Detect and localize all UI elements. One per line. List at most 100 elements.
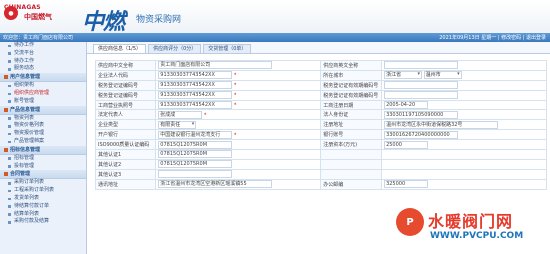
sidebar-section-product-info[interactable]: 产品信息管理: [0, 105, 86, 115]
bullet-icon: [8, 92, 11, 96]
form-row: 供应商中文全称 贵工商门面店有限公司 供应商英文全称: [94, 60, 547, 71]
tax-expiry-field[interactable]: [384, 81, 459, 90]
form-label: 供应商英文全称: [320, 60, 383, 71]
sidebar-item-supplier[interactable]: 组织供应商管理: [0, 90, 86, 98]
bullet-icon: [8, 132, 11, 136]
form-row: 其他认证3: [94, 168, 547, 180]
bullet-icon: [8, 205, 11, 208]
form-empty-cell: [381, 149, 547, 160]
sidebar-section-user-info[interactable]: 用户信息管理: [0, 73, 86, 83]
form-label: 税务登记证有效期编码号: [320, 79, 383, 91]
section-icon: [4, 147, 8, 152]
form-label: 通讯地址: [94, 178, 157, 190]
sidebar-item-pending-pay[interactable]: 待结算付款订单: [0, 203, 86, 211]
bullet-icon: [8, 60, 11, 63]
brand-logo-mark: ●: [4, 6, 20, 20]
sidebar-item-payment[interactable]: 采购付款及结算: [0, 218, 86, 226]
sidebar-item-todo[interactable]: 待办工作: [0, 42, 86, 50]
sidebar-item-account[interactable]: 账号管理: [0, 98, 86, 106]
bank-account-field[interactable]: 33001626720400000000: [384, 130, 459, 139]
business-license-field[interactable]: 913303037743542XX: [158, 101, 233, 109]
sidebar-item-bid[interactable]: 招标管理: [0, 155, 86, 163]
sidebar-item-org[interactable]: 组织架构: [0, 82, 86, 90]
form-label: 办公邮编: [320, 178, 383, 190]
form-row: 企业法人代码 913303037743542XX * 所在城市 浙江省 温州市: [94, 69, 547, 81]
watermark-logo-icon: P: [396, 208, 424, 236]
supplier-form: 供应商中文全称 贵工商门面店有限公司 供应商英文全称 企业法人代码 913303…: [94, 60, 547, 190]
form-row: 税务登记证编码号 913303037743542XX * 税务登记证有效期编码号: [94, 79, 547, 91]
form-label: [320, 149, 383, 160]
tax-code-field-2[interactable]: 913303037743542XX: [158, 91, 233, 100]
user-links[interactable]: 2021年09月13日 星期一 | 修改密码 | 退出登录: [439, 34, 546, 41]
form-label: 企业类型: [94, 119, 157, 131]
bullet-icon: [8, 220, 11, 224]
form-label: 法定代表人: [94, 109, 157, 121]
sidebar: 待办工作 交流平台 待办工作 服务动态 用户信息管理 组织架构 组织供应商管理 …: [0, 42, 87, 254]
tab-bar: 供应商信息（1/5） 供应商评分（0分） 交货管理（0单）: [87, 42, 550, 54]
bank-field[interactable]: 中国建设银行温州龙湾支行: [158, 130, 233, 139]
mailing-address-field[interactable]: 浙江省温州市龙湾区空港新区瑶溪镇55: [158, 180, 273, 189]
office-zip-field[interactable]: 325000: [384, 180, 429, 189]
cert2-field[interactable]: 07815Q12075R0M: [158, 160, 233, 169]
supplier-name-field[interactable]: 贵工商门面店有限公司: [158, 61, 273, 70]
sidebar-item-tender[interactable]: 投标管理: [0, 163, 86, 171]
province-select[interactable]: 浙江省: [384, 71, 423, 80]
registration-date-field[interactable]: 2005-04-20: [384, 101, 429, 109]
tab-delivery[interactable]: 交货管理（0单）: [203, 44, 252, 53]
bullet-icon: [8, 67, 11, 71]
welcome-text: 欢迎您：贵工商门面店有限公司: [3, 35, 74, 41]
legal-code-field[interactable]: 913303037743542XX: [158, 71, 233, 80]
form-label: 企业法人代码: [94, 69, 157, 81]
bullet-icon: [8, 52, 11, 55]
bullet-icon: [8, 44, 11, 48]
form-label: 工商注册日期: [320, 99, 383, 111]
bullet-icon: [8, 213, 11, 216]
sidebar-item-service[interactable]: 服务动态: [0, 65, 86, 73]
required-mark: *: [233, 82, 237, 89]
form-row: 其他认证1 07815Q12075R0M: [94, 149, 547, 160]
sidebar-item-shipping[interactable]: 发货单列表: [0, 195, 86, 203]
form-label: 注册资本(万元): [320, 139, 383, 151]
sidebar-item-platform[interactable]: 交流平台: [0, 50, 86, 58]
form-row: 企业类型 有限责任 注册地址 温州市龙湾区永中街道保税路32号: [94, 119, 547, 131]
sidebar-item-quote[interactable]: 物资报价管理: [0, 130, 86, 138]
section-icon: [4, 172, 8, 177]
form-empty-cell: [381, 158, 547, 170]
tax-code-field[interactable]: 913303037743542XX: [158, 81, 233, 90]
form-row: 法定代表人 张成成 * 法人身份证 330301197105090000: [94, 109, 547, 121]
registered-address-field[interactable]: 温州市龙湾区永中街道保税路32号: [384, 120, 499, 129]
bullet-icon: [8, 165, 11, 168]
sidebar-item-archive[interactable]: 产品管理档案: [0, 138, 86, 146]
company-type-select[interactable]: 有限责任: [158, 120, 197, 129]
form-label: 供应商中文全称: [94, 60, 157, 71]
cert3-field[interactable]: [158, 170, 233, 179]
form-row: ISO9000质量认证编码 07815Q12075R0M 注册资本(万元) 25…: [94, 139, 547, 151]
sidebar-section-contract[interactable]: 合同管理: [0, 170, 86, 180]
sidebar-item-price[interactable]: 物资价格列表: [0, 122, 86, 130]
form-label: 其他认证2: [94, 158, 157, 170]
sidebar-item-po-list[interactable]: 采购订单列表: [0, 179, 86, 187]
sidebar-section-bid-info[interactable]: 招标信息管理: [0, 145, 86, 155]
tax-expiry-field-2[interactable]: [384, 91, 459, 100]
form-label: 税务登记证编码号: [94, 89, 157, 101]
sidebar-item-todo-2[interactable]: 待办工作: [0, 58, 86, 66]
form-label: 开户银行: [94, 129, 157, 141]
registered-capital-field[interactable]: 25000: [384, 140, 429, 149]
form-label: 工商营业执照号: [94, 99, 157, 111]
supplier-name-en-field[interactable]: [384, 61, 459, 70]
city-select[interactable]: 温州市: [423, 71, 462, 80]
form-label: 其他认证1: [94, 149, 157, 160]
iso9000-field[interactable]: 07815Q12075R0M: [158, 140, 233, 149]
form-label: 所在城市: [320, 69, 383, 81]
sidebar-item-project-po[interactable]: 工程采购订单列表: [0, 187, 86, 195]
tab-supplier-score[interactable]: 供应商评分（0分）: [148, 44, 202, 53]
tab-supplier-info[interactable]: 供应商信息（1/5）: [93, 44, 147, 53]
watermark-url: WWW.PVCPU.COM: [430, 231, 524, 241]
section-icon: [4, 75, 8, 80]
form-row: 开户银行 中国建设银行温州龙湾支行 * 银行账号 330016267204000…: [94, 129, 547, 141]
legal-id-field[interactable]: 330301197105090000: [384, 110, 459, 119]
cert1-field[interactable]: 07815Q12075R0M: [158, 150, 233, 159]
form-label: 其他认证3: [94, 168, 157, 180]
legal-rep-field[interactable]: 张成成: [158, 110, 203, 119]
bullet-icon: [8, 197, 11, 201]
